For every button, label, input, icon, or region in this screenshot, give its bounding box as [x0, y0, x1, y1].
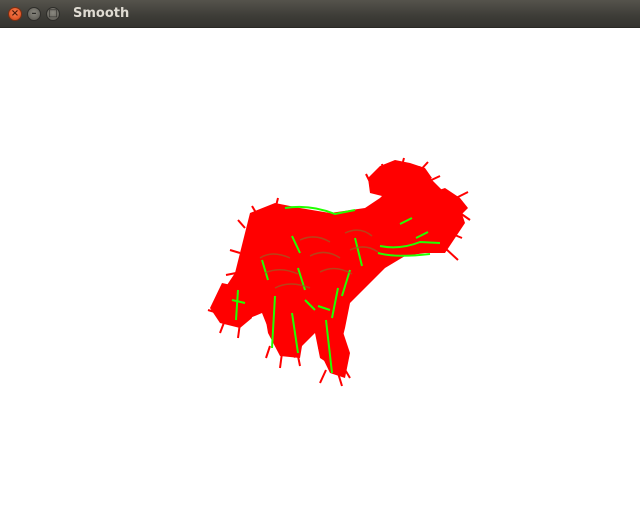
minimize-icon: – [31, 8, 37, 19]
close-icon: × [10, 8, 20, 19]
point-cloud-model [207, 157, 471, 387]
render-viewport[interactable] [0, 28, 640, 508]
minimize-button[interactable]: – [27, 7, 41, 21]
maximize-button[interactable]: □ [46, 7, 60, 21]
window-title: Smooth [73, 6, 130, 21]
close-button[interactable]: × [8, 7, 22, 21]
app-window: × – □ Smooth [0, 0, 640, 508]
render-canvas [207, 157, 471, 387]
maximize-icon: □ [48, 8, 58, 19]
title-bar[interactable]: × – □ Smooth [0, 0, 640, 28]
